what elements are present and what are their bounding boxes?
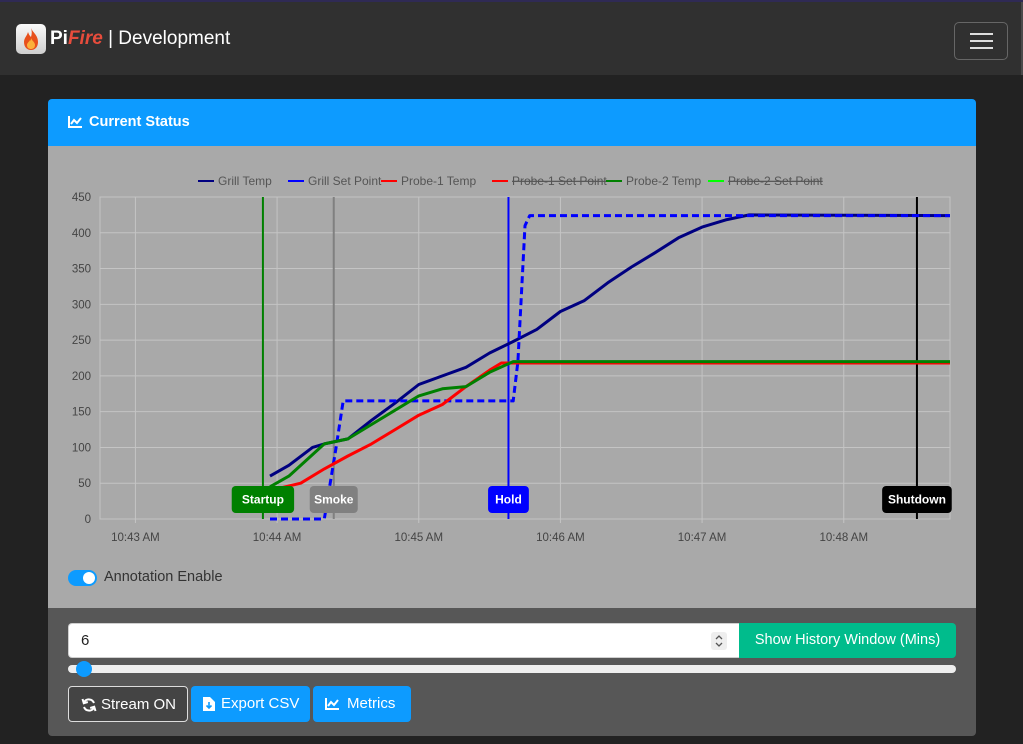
legend-label: Grill Temp [218,174,272,188]
legend-label: Probe-2 Set Point [728,174,823,188]
metrics-button[interactable]: Metrics [313,686,411,722]
annotation-label: Shutdown [882,486,952,513]
current-status-card: Current Status 0 50 100 150 200 250 300 350 400 4… [48,99,976,736]
y-tick-label: 200 [72,371,91,383]
y-tick-label: 400 [72,228,91,240]
y-tick-label: 450 [72,192,91,204]
series-line [269,361,950,492]
series-line [270,214,950,521]
brand-title[interactable]: PiFire | Development [50,28,230,50]
toggle-knob [83,572,95,584]
history-window-input[interactable] [69,624,699,657]
legend-label: Grill Set Point [308,174,382,188]
y-tick-label: 350 [72,264,91,276]
hamburger-menu-icon[interactable] [954,22,1008,60]
legend-label: Probe-1 Set Point [512,174,607,188]
series-line [269,213,951,478]
y-tick-label: 300 [72,299,91,311]
flame-icon[interactable] [16,24,46,54]
brand-pi: Pi [50,28,68,49]
legend-item: Probe-1 Set Point [492,174,607,188]
line-chart-icon [68,116,82,128]
stream-button-label: Stream ON [101,696,177,713]
export-csv-label: Export CSV [221,695,300,712]
annotation-toggle[interactable] [68,570,97,586]
x-tick-label: 10:46 AM [536,532,585,544]
annotation-text: Shutdown [888,493,946,507]
x-tick-label: 10:43 AM [111,532,160,544]
metrics-label: Metrics [347,695,396,712]
x-tick-label: 10:48 AM [819,532,868,544]
history-window-field [68,623,739,658]
brand-fire: Fire [67,28,103,49]
show-history-window-button[interactable]: Show History Window (Mins) [739,623,956,658]
x-tick-label: 10:45 AM [394,532,443,544]
annotation-label: Startup [231,486,295,513]
legend-label: Probe-1 Temp [401,174,476,188]
temperature-chart: 0 50 100 150 200 250 300 350 400 450 10:43 AM 10:44… [72,174,952,544]
refresh-icon [81,698,97,712]
card-header: Current Status [48,99,976,146]
line-chart-icon [325,698,339,710]
stream-button[interactable]: Stream ON [68,686,188,722]
legend-item: Grill Temp [198,174,272,188]
history-slider-thumb[interactable] [76,661,92,677]
annotation-text: Smoke [314,493,354,507]
series-line [269,360,950,489]
annotation-text: Startup [242,493,284,507]
y-tick-label: 50 [78,478,91,490]
y-tick-label: 0 [85,514,91,526]
number-spinner-icon[interactable] [711,632,727,650]
legend-item: Grill Set Point [288,174,382,188]
file-download-icon [203,697,215,711]
export-csv-button[interactable]: Export CSV [191,686,310,722]
y-tick-label: 250 [72,335,91,347]
legend-item: Probe-2 Set Point [708,174,823,188]
brand-subtitle: | Development [102,28,231,49]
y-tick-label: 150 [72,407,91,419]
annotation-label: Hold [488,486,529,513]
annotation-enable-label: Annotation Enable [104,569,223,585]
y-tick-label: 100 [72,442,91,454]
history-slider-track[interactable] [68,665,956,673]
card-title: Current Status [89,114,190,130]
legend-label: Probe-2 Temp [626,174,701,188]
annotation-text: Hold [495,493,522,507]
history-controls: Show History Window (Mins) Stream ON Exp… [48,608,976,736]
legend-item: Probe-2 Temp [606,174,701,188]
navbar: PiFire | Development [0,2,1023,75]
x-tick-label: 10:47 AM [678,532,727,544]
annotation-label: Smoke [309,486,358,513]
x-tick-label: 10:44 AM [253,532,302,544]
legend-item: Probe-1 Temp [381,174,476,188]
